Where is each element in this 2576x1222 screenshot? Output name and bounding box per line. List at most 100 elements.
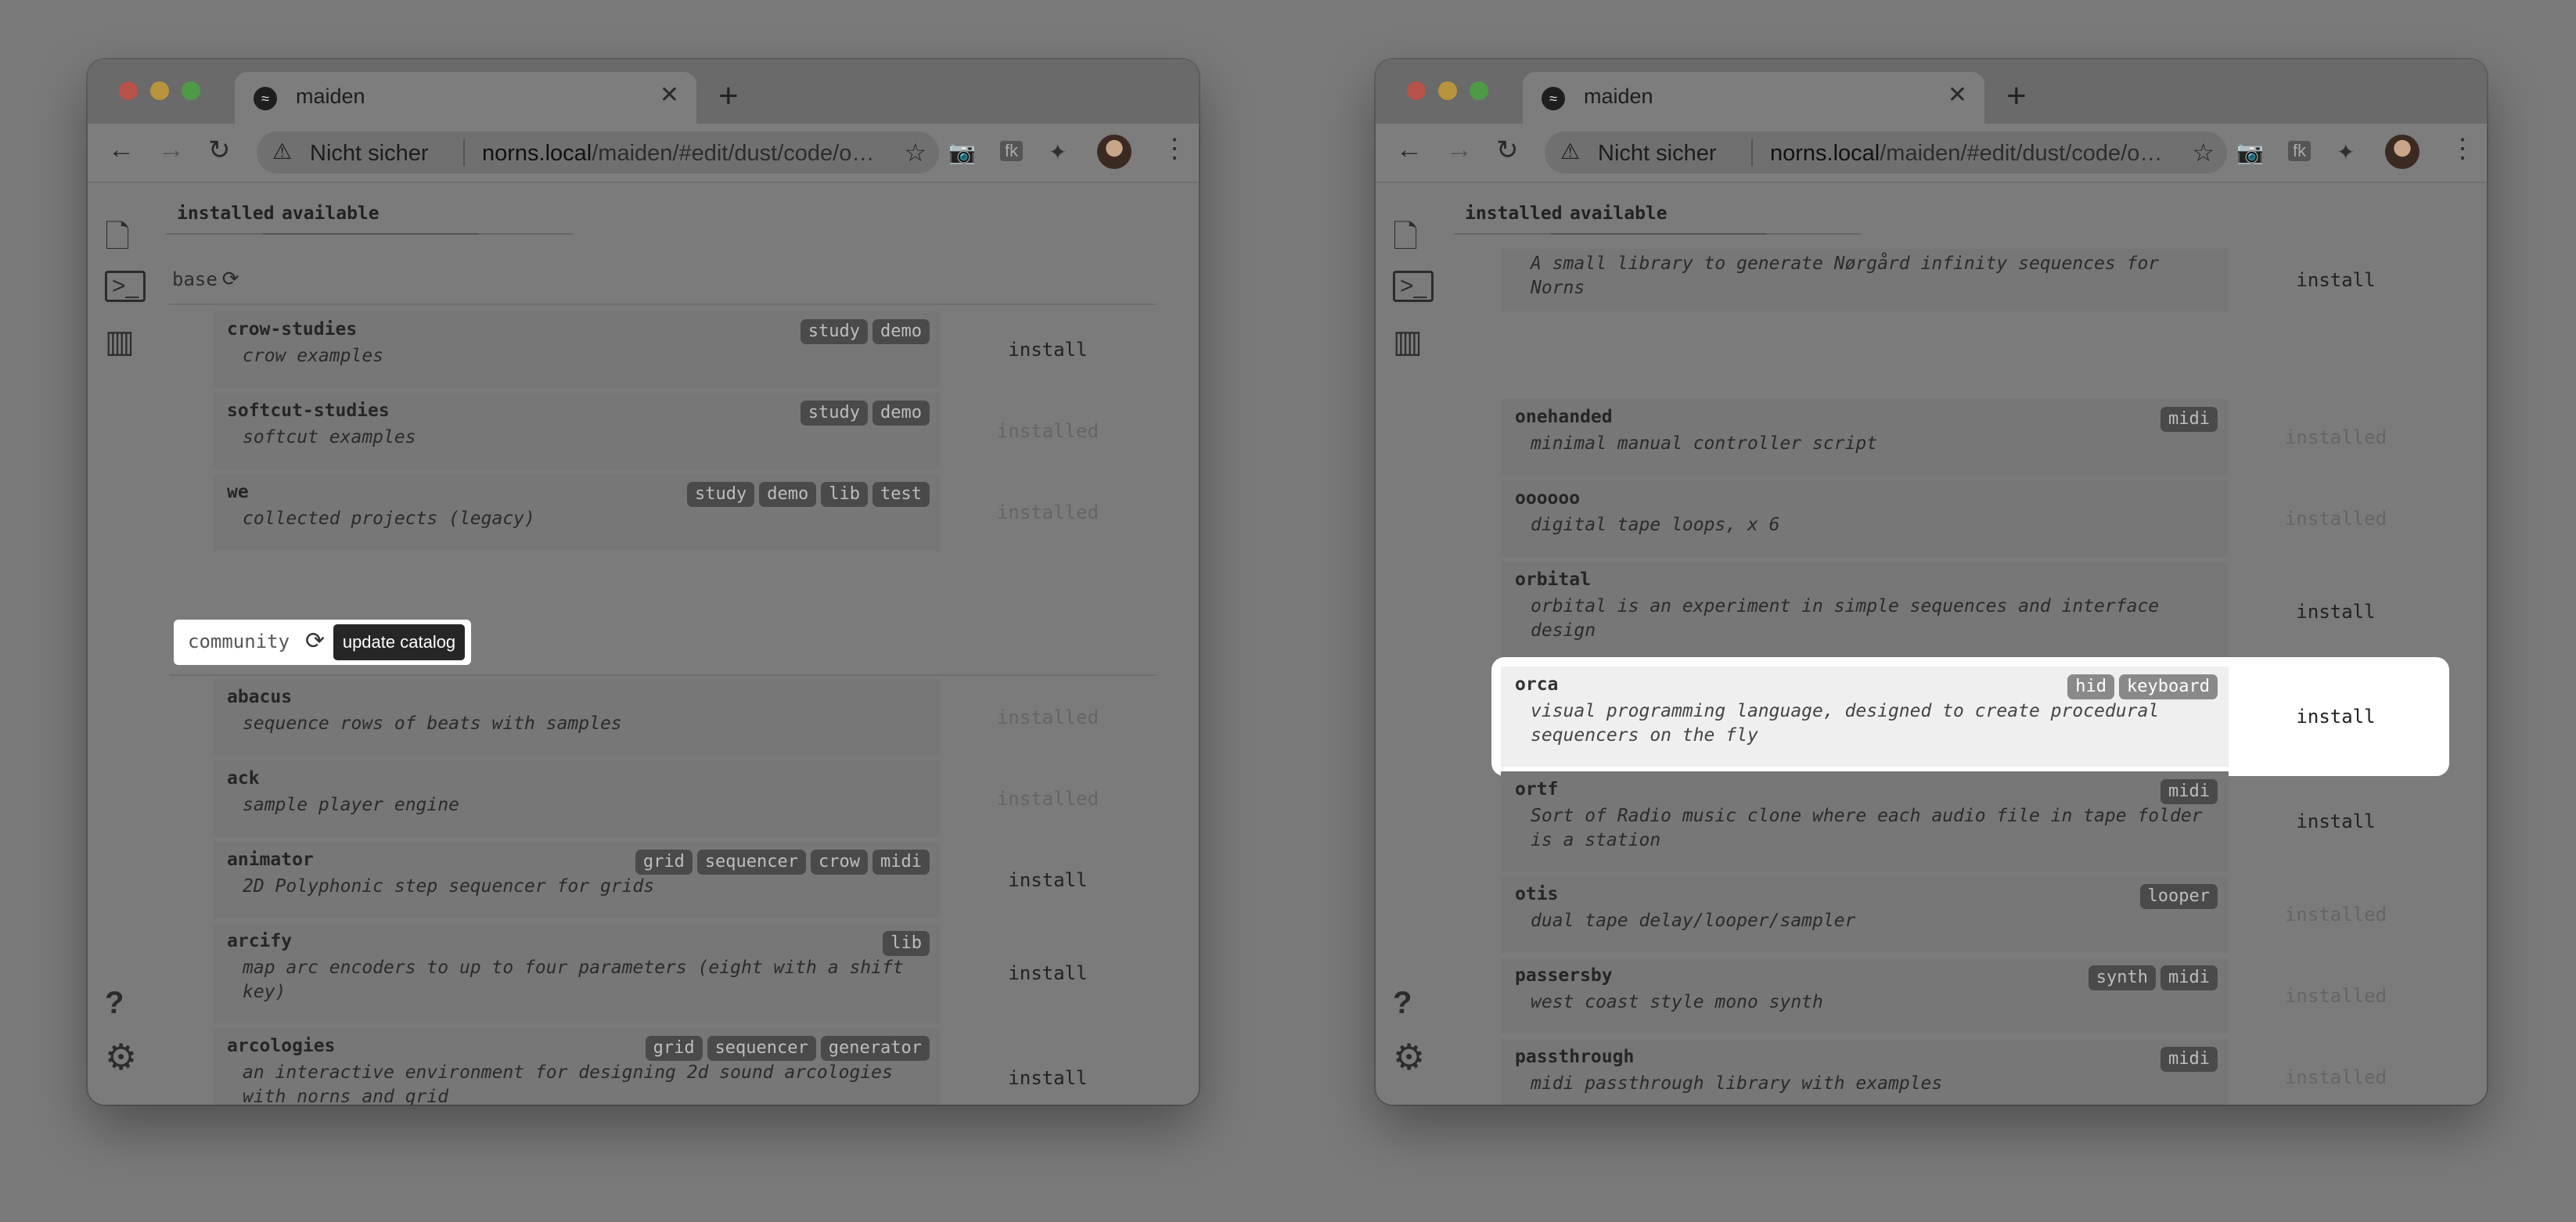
tag-badge[interactable]: grid (645, 1036, 703, 1061)
tag-badge[interactable]: study (800, 401, 869, 426)
bookmark-star-icon[interactable]: ☆ (2192, 138, 2214, 167)
profile-avatar[interactable] (2385, 135, 2419, 169)
tab-installed[interactable]: installed (1465, 203, 1563, 224)
bookmark-star-icon[interactable]: ☆ (904, 138, 926, 167)
install-button[interactable]: install (944, 842, 1152, 918)
library-icon[interactable]: ▥ (1393, 324, 1423, 360)
project-row[interactable]: ack sample player engine installed (213, 760, 1152, 837)
reload-icon[interactable]: ↻ (208, 135, 231, 166)
terminal-icon[interactable]: >_ (105, 271, 146, 302)
back-icon[interactable]: ← (108, 135, 135, 165)
project-row[interactable]: otis dual tape delay/looper/sampler looper… (1501, 876, 2440, 953)
project-row[interactable]: passersby west coast style mono synth synt… (1501, 958, 2440, 1034)
address-bar[interactable]: ⚠ Nicht sicher norns.local/maiden/#edit/… (1545, 131, 2227, 174)
profile-avatar[interactable] (1097, 135, 1131, 169)
tag-badge[interactable]: lib (821, 482, 869, 507)
tag-badge[interactable]: demo (759, 482, 817, 507)
tag-badge[interactable]: crow (811, 850, 869, 875)
install-button[interactable]: install (944, 1028, 1152, 1105)
install-button[interactable]: install (944, 311, 1152, 388)
install-button[interactable]: install (2232, 667, 2440, 767)
project-row[interactable]: orca visual programming language, designe… (1501, 667, 2440, 767)
tag-badge[interactable]: midi (2160, 965, 2218, 990)
forward-icon[interactable]: → (1446, 135, 1473, 165)
browser-tab[interactable]: ≈ maiden ✕ (1523, 72, 1984, 124)
tab-installed[interactable]: installed (177, 203, 275, 224)
install-button[interactable]: install (944, 923, 1152, 1023)
close-window-button[interactable] (119, 81, 138, 100)
tag-badge[interactable]: midi (2160, 779, 2218, 804)
tag-badge[interactable]: test (872, 482, 930, 507)
browser-tab[interactable]: ≈ maiden ✕ (235, 72, 696, 124)
tab-available[interactable]: available (1551, 203, 1767, 235)
help-icon[interactable]: ? (1393, 986, 1412, 1021)
tag-badge[interactable]: grid (635, 850, 693, 875)
project-row[interactable]: orbital orbital is an experiment in simpl… (1501, 562, 2440, 662)
settings-gear-icon[interactable]: ⚙ (105, 1036, 137, 1078)
install-button[interactable]: install (2232, 562, 2440, 662)
install-button[interactable]: install (2232, 249, 2440, 311)
tag-badge[interactable]: looper (2139, 884, 2218, 909)
project-row[interactable]: we collected projects (legacy) study demo li… (213, 474, 1152, 551)
reload-icon[interactable]: ↻ (1496, 135, 1519, 166)
project-row[interactable]: oooooo digital tape loops, x 6 installed (1501, 480, 2440, 557)
new-tab-button[interactable]: + (2006, 77, 2027, 116)
minimize-window-button[interactable] (1438, 81, 1457, 100)
refresh-icon[interactable]: ⟳ (222, 268, 239, 291)
terminal-icon[interactable]: >_ (1393, 271, 1434, 302)
address-bar[interactable]: ⚠ Nicht sicher norns.local/maiden/#edit/… (257, 131, 939, 174)
tag-badge[interactable]: demo (872, 401, 930, 426)
tag-badge[interactable]: sequencer (707, 1036, 816, 1061)
project-row[interactable]: passthrough midi passthrough library with… (1501, 1039, 2440, 1105)
minimize-window-button[interactable] (150, 81, 169, 100)
extension-fk-icon[interactable]: fk (1000, 141, 1024, 161)
url-text[interactable]: norns.local/maiden/#edit/dust/code/o… (482, 141, 897, 167)
back-icon[interactable]: ← (1396, 135, 1423, 165)
help-icon[interactable]: ? (105, 986, 124, 1021)
tag-badge[interactable]: midi (2160, 407, 2218, 432)
zoom-window-button[interactable] (1470, 81, 1488, 100)
camera-icon[interactable]: 📷 (948, 139, 976, 165)
close-window-button[interactable] (1407, 81, 1426, 100)
tag-badge[interactable]: synth (2088, 965, 2157, 990)
tag-badge[interactable]: lib (883, 931, 930, 956)
tab-close-icon[interactable]: ✕ (660, 81, 679, 109)
extension-fk-icon[interactable]: fk (2288, 141, 2312, 161)
zoom-window-button[interactable] (182, 81, 200, 100)
browser-menu-icon[interactable]: ⋮ (1161, 133, 1188, 164)
tag-badge[interactable]: midi (872, 850, 930, 875)
project-row[interactable]: A small library to generate Nørgård infi… (1501, 249, 2440, 311)
new-tab-button[interactable]: + (718, 77, 739, 116)
install-button[interactable]: install (2232, 771, 2440, 872)
tag-badge[interactable]: generator (820, 1036, 930, 1061)
tag-badge[interactable]: hid (2067, 674, 2115, 699)
camera-icon[interactable]: 📷 (2236, 139, 2264, 165)
tag-badge[interactable]: keyboard (2119, 674, 2218, 699)
project-row[interactable]: abacus sequence rows of beats with sample… (213, 679, 1152, 756)
tag-badge[interactable]: demo (872, 319, 930, 344)
project-row[interactable]: animator 2D Polyphonic step sequencer for… (213, 842, 1152, 918)
project-row[interactable]: crow-studies crow examples study demo instal… (213, 311, 1152, 388)
browser-menu-icon[interactable]: ⋮ (2449, 133, 2476, 164)
forward-icon[interactable]: → (158, 135, 185, 165)
tag-badge[interactable]: study (687, 482, 755, 507)
tag-badge[interactable]: midi (2160, 1047, 2218, 1072)
project-row[interactable]: arcify map arc encoders to up to four par… (213, 923, 1152, 1023)
file-icon[interactable]: 🗋 (1393, 214, 1418, 268)
tag-badge[interactable]: study (800, 319, 869, 344)
project-row[interactable]: softcut-studies softcut examples study demo… (213, 393, 1152, 469)
file-icon[interactable]: 🗋 (105, 214, 130, 268)
extensions-puzzle-icon[interactable]: ✦ (2337, 139, 2355, 165)
tab-available[interactable]: available (263, 203, 479, 235)
project-row[interactable]: onehanded minimal manual controller scrip… (1501, 399, 2440, 476)
url-text[interactable]: norns.local/maiden/#edit/dust/code/o… (1770, 141, 2185, 167)
project-row[interactable]: ortf Sort of Radio music clone where each… (1501, 771, 2440, 872)
tag-badge[interactable]: sequencer (696, 850, 807, 875)
project-row[interactable]: arcologies an interactive environment for… (213, 1028, 1152, 1105)
settings-gear-icon[interactable]: ⚙ (1393, 1036, 1425, 1078)
extensions-puzzle-icon[interactable]: ✦ (1049, 139, 1067, 165)
installed-status: installed (2284, 904, 2387, 925)
update-catalog-refresh-icon[interactable]: ⟳ (305, 627, 325, 655)
tab-close-icon[interactable]: ✕ (1948, 81, 1967, 109)
library-icon[interactable]: ▥ (105, 324, 135, 360)
